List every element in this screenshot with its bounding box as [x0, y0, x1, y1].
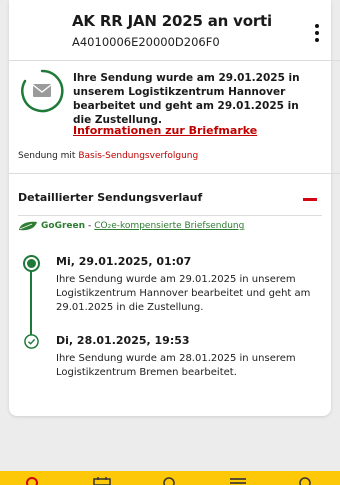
- gogreen-badge: GoGreen - CO₂e-kompensierte Briefsendung: [18, 221, 244, 231]
- account-icon[interactable]: [163, 476, 175, 485]
- details-header[interactable]: Detaillierter Sendungsverlauf: [18, 191, 202, 204]
- shipment-title: AK RR JAN 2025 an vorti: [72, 12, 272, 30]
- calendar-icon[interactable]: [92, 476, 112, 485]
- location-icon[interactable]: [26, 476, 38, 485]
- more-vertical-icon[interactable]: [311, 24, 323, 44]
- divider: [9, 173, 340, 174]
- tracking-level-prefix: Sendung mit: [18, 151, 76, 161]
- status-message: Ihre Sendung wurde am 29.01.2025 in unse…: [73, 72, 300, 126]
- tracking-level-link[interactable]: Basis-Sendungsverfolgung: [78, 151, 198, 161]
- tracking-level: Sendung mit Basis-Sendungsverfolgung: [18, 151, 198, 161]
- check-icon: [24, 334, 39, 349]
- envelope-icon: [21, 69, 64, 113]
- divider: [9, 60, 340, 61]
- event-text: Ihre Sendung wurde am 29.01.2025 in unse…: [56, 274, 311, 313]
- event-time: Mi, 29.01.2025, 01:07: [56, 255, 192, 268]
- leaf-icon: [19, 221, 37, 231]
- menu-icon[interactable]: [229, 476, 247, 485]
- more-icon[interactable]: [298, 476, 312, 485]
- divider: [18, 215, 322, 216]
- event-time: Di, 28.01.2025, 19:53: [56, 334, 190, 347]
- stamp-info-link[interactable]: Informationen zur Briefmarke: [73, 124, 257, 137]
- gogreen-dash: -: [88, 221, 92, 231]
- current-status-icon: [23, 255, 40, 272]
- timeline-line: [30, 262, 32, 342]
- gogreen-link[interactable]: CO₂e-kompensierte Briefsendung: [94, 221, 244, 231]
- gogreen-label: GoGreen: [41, 221, 86, 231]
- tracking-number: A4010006E20000D206F0: [72, 35, 220, 49]
- minus-icon[interactable]: [303, 198, 317, 201]
- event-text: Ihre Sendung wurde am 28.01.2025 in unse…: [56, 353, 296, 378]
